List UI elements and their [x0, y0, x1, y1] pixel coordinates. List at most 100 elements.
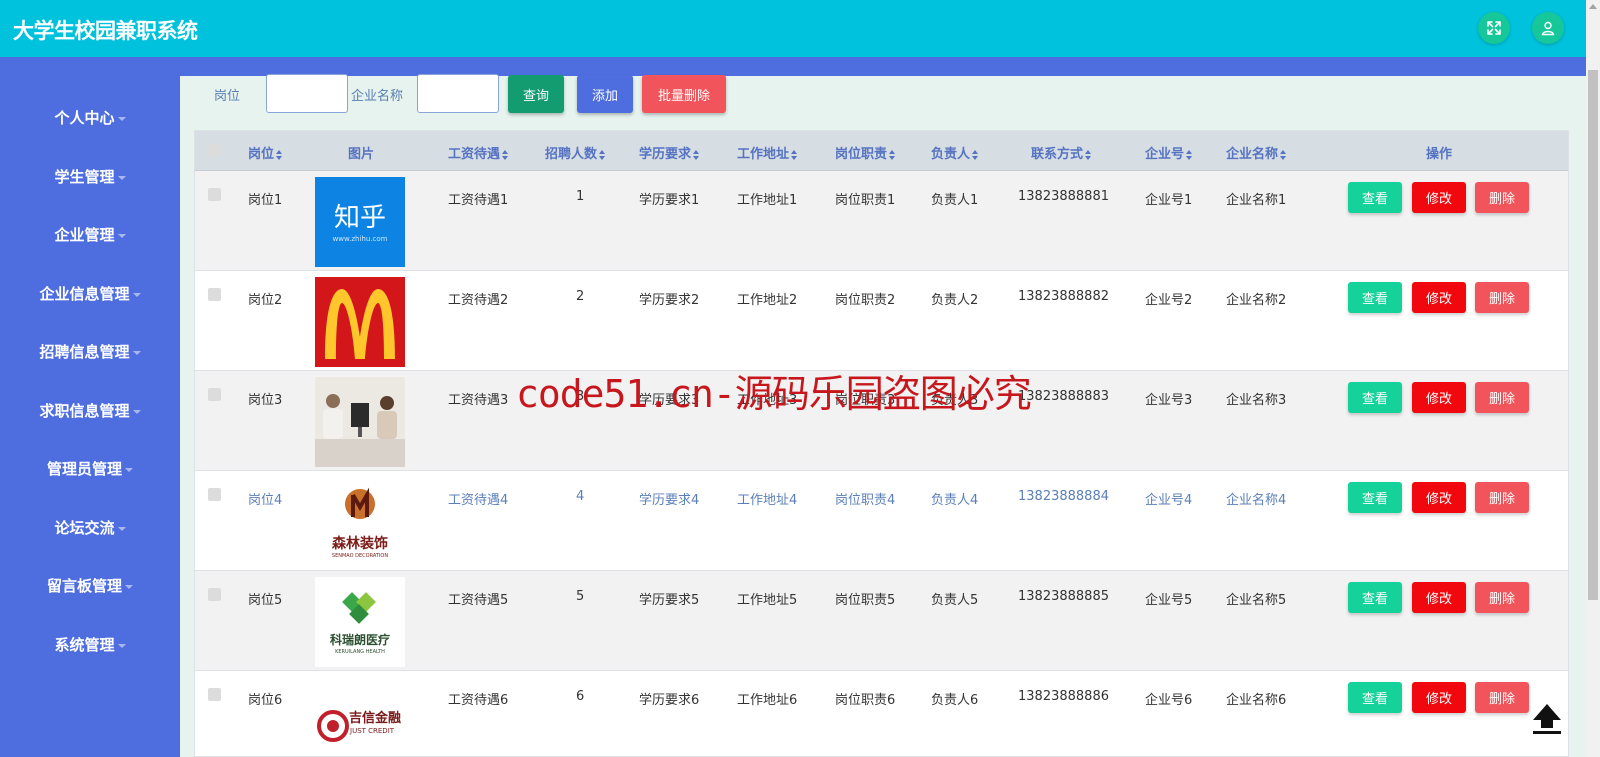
sort-icon — [791, 149, 798, 160]
row-checkbox[interactable] — [208, 388, 221, 401]
zhihu-logo-image: 知乎 www.zhihu.com — [315, 177, 405, 267]
sidebar-item-label: 求职信息管理 — [39, 402, 130, 420]
table-row: 岗位6 吉信金融 JUST CREDIT 工资待遇6 6 学历要求6 工作地址6… — [195, 671, 1568, 756]
cell-count: 2 — [576, 289, 585, 304]
view-button[interactable]: 查看 — [1348, 182, 1402, 213]
select-all-checkbox[interactable] — [208, 144, 221, 157]
scrollbar-thumb[interactable] — [1588, 70, 1598, 600]
sort-icon — [599, 149, 606, 160]
cell-position: 岗位4 — [248, 493, 283, 508]
user-icon — [1541, 21, 1555, 36]
header-label: 联系方式 — [1031, 147, 1084, 162]
column-header-company-no[interactable]: 企业号 — [1145, 143, 1193, 162]
sidebar-item-job-seeking-info[interactable]: 求职信息管理 — [0, 400, 180, 421]
sidebar-item-recruitment-info[interactable]: 招聘信息管理 — [0, 341, 180, 362]
row-checkbox[interactable] — [208, 588, 221, 601]
view-button[interactable]: 查看 — [1348, 282, 1402, 313]
credit-logo-icon — [317, 710, 349, 742]
logo-text: 科瑞朗医疗 — [329, 633, 390, 647]
column-header-count[interactable]: 招聘人数 — [545, 143, 606, 162]
delete-button[interactable]: 删除 — [1475, 282, 1529, 313]
cell-count: 4 — [576, 489, 585, 504]
column-header-company-name[interactable]: 企业名称 — [1226, 143, 1287, 162]
row-checkbox[interactable] — [208, 288, 221, 301]
sidebar-item-message-board[interactable]: 留言板管理 — [0, 575, 180, 596]
add-button[interactable]: 添加 — [577, 75, 633, 113]
caret-down-icon — [132, 409, 141, 414]
vertical-scrollbar[interactable] — [1586, 0, 1600, 757]
sidebar-item-company-management[interactable]: 企业管理 — [0, 224, 180, 245]
row-checkbox[interactable] — [208, 188, 221, 201]
company-name-search-input[interactable] — [417, 74, 499, 113]
sidebar-item-company-info[interactable]: 企业信息管理 — [0, 283, 180, 304]
query-button[interactable]: 查询 — [508, 75, 564, 113]
column-header-salary[interactable]: 工资待遇 — [448, 143, 509, 162]
edit-button[interactable]: 修改 — [1412, 182, 1466, 213]
cell-salary: 工资待遇3 — [448, 393, 509, 408]
column-header-phone[interactable]: 联系方式 — [1031, 143, 1092, 162]
office-photo-icon — [315, 377, 405, 467]
position-search-input[interactable] — [266, 74, 348, 113]
column-header-manager[interactable]: 负责人 — [931, 143, 979, 162]
cell-salary: 工资待遇5 — [448, 593, 509, 608]
cell-manager: 负责人5 — [931, 593, 979, 608]
sidebar-item-label: 企业管理 — [54, 226, 115, 244]
logo-text: 知乎 — [333, 203, 386, 233]
edit-button[interactable]: 修改 — [1412, 682, 1466, 713]
user-button[interactable] — [1532, 12, 1564, 44]
cell-phone: 13823888884 — [1018, 489, 1109, 504]
header-label: 负责人 — [931, 147, 971, 162]
column-header-address[interactable]: 工作地址 — [737, 143, 798, 162]
cell-education: 学历要求6 — [639, 693, 700, 708]
cell-company-name: 企业名称2 — [1226, 293, 1287, 308]
table-header: 岗位 图片 工资待遇 招聘人数 学历要求 工作地址 岗位职责 负责人 联系方式 … — [195, 131, 1568, 171]
edit-button[interactable]: 修改 — [1412, 482, 1466, 513]
delete-button[interactable]: 删除 — [1475, 682, 1529, 713]
delete-button[interactable]: 删除 — [1475, 582, 1529, 613]
sidebar-item-student-management[interactable]: 学生管理 — [0, 166, 180, 187]
back-to-top-button[interactable] — [1530, 700, 1564, 736]
sidebar-item-admin-management[interactable]: 管理员管理 — [0, 458, 180, 479]
cell-position: 岗位3 — [248, 393, 283, 408]
header-label: 操作 — [1426, 147, 1453, 162]
column-header-image: 图片 — [348, 143, 374, 162]
cell-company-no: 企业号5 — [1145, 593, 1193, 608]
view-button[interactable]: 查看 — [1348, 382, 1402, 413]
scroll-up-arrow-icon[interactable] — [1589, 4, 1597, 9]
edit-button[interactable]: 修改 — [1412, 382, 1466, 413]
batch-delete-button[interactable]: 批量删除 — [642, 75, 726, 113]
view-button[interactable]: 查看 — [1348, 482, 1402, 513]
edit-button[interactable]: 修改 — [1412, 582, 1466, 613]
sidebar-item-personal-center[interactable]: 个人中心 — [0, 107, 180, 128]
office-photo-image — [315, 377, 405, 467]
sort-icon — [1085, 149, 1092, 160]
column-header-education[interactable]: 学历要求 — [639, 143, 700, 162]
column-header-position[interactable]: 岗位 — [248, 143, 283, 162]
cell-position: 岗位6 — [248, 693, 283, 708]
row-checkbox[interactable] — [208, 488, 221, 501]
cell-salary: 工资待遇2 — [448, 293, 509, 308]
sidebar-item-forum[interactable]: 论坛交流 — [0, 517, 180, 538]
column-header-duty[interactable]: 岗位职责 — [835, 143, 896, 162]
sidebar-item-system-management[interactable]: 系统管理 — [0, 634, 180, 655]
cell-count: 1 — [576, 189, 585, 204]
edit-button[interactable]: 修改 — [1412, 282, 1466, 313]
fullscreen-button[interactable] — [1478, 12, 1510, 44]
cell-phone: 13823888881 — [1018, 189, 1109, 204]
row-checkbox[interactable] — [208, 688, 221, 701]
caret-down-icon — [132, 350, 141, 355]
delete-button[interactable]: 删除 — [1475, 182, 1529, 213]
logo-subtext: KERUILANG HEALTH — [335, 649, 385, 655]
logo-subtext: JUST CREDIT — [350, 727, 395, 735]
company-name-label: 企业名称 — [351, 89, 404, 104]
cell-education: 学历要求1 — [639, 193, 700, 208]
sidebar-item-label: 留言板管理 — [46, 577, 122, 595]
delete-button[interactable]: 删除 — [1475, 382, 1529, 413]
caret-down-icon — [117, 175, 126, 180]
view-button[interactable]: 查看 — [1348, 582, 1402, 613]
view-button[interactable]: 查看 — [1348, 682, 1402, 713]
cell-duty: 岗位职责6 — [835, 693, 896, 708]
cell-company-name: 企业名称4 — [1226, 493, 1287, 508]
delete-button[interactable]: 删除 — [1475, 482, 1529, 513]
arrow-up-icon — [1533, 704, 1561, 734]
